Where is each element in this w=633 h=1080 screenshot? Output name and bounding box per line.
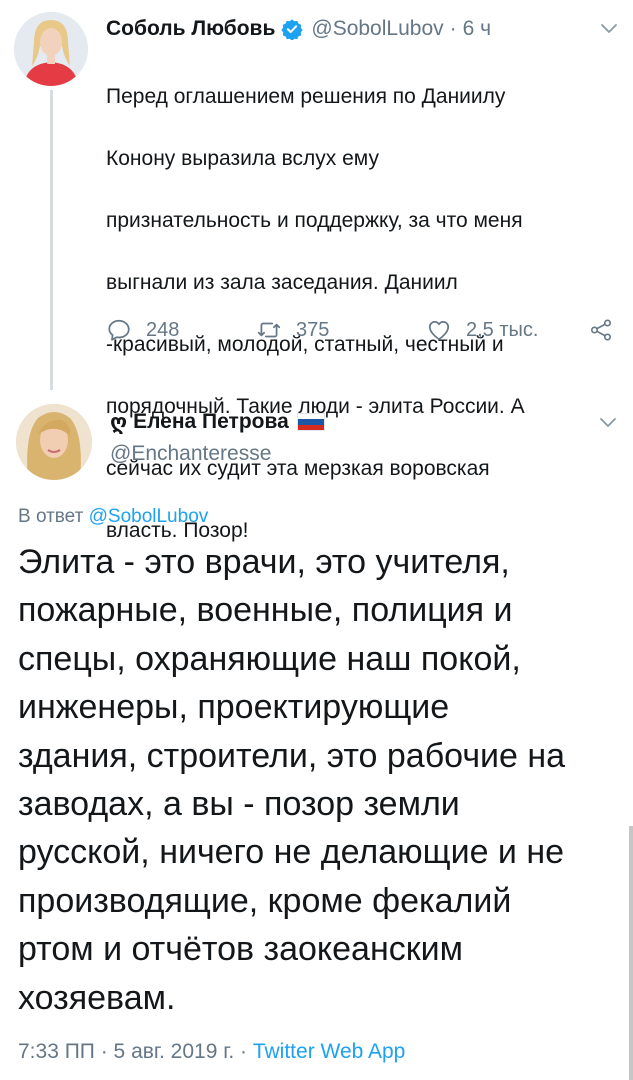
like-count: 2,5 тыс. xyxy=(466,318,539,341)
tweet2-author-name[interactable]: Елена Петрова xyxy=(133,410,289,434)
tweet2-text-line: производящие, кроме фекалий xyxy=(18,881,512,920)
thread-connector-line xyxy=(50,90,53,390)
tweet2-text-line: заводах, а вы - позор земли xyxy=(18,785,460,824)
retweet-button[interactable]: 375 xyxy=(256,314,329,346)
verified-badge-icon xyxy=(281,19,304,40)
tweet1-text-line: Перед оглашением решения по Даниилу xyxy=(106,85,506,108)
tweet2-author-row: ღ Елена Петрова xyxy=(110,406,325,438)
tweet2-text-line: инженеры, проектирующие xyxy=(18,688,450,727)
tweet2-meta: 7:33 ПП · 5 авг. 2019 г. · Twitter Web A… xyxy=(18,1040,405,1064)
tweet2-datetime[interactable]: 7:33 ПП · 5 авг. 2019 г. xyxy=(18,1040,234,1063)
reply-button[interactable]: 248 xyxy=(106,314,179,346)
tweet2-text: Элита - это врачи, это учителя, пожарные… xyxy=(18,538,618,1022)
reply-icon xyxy=(108,319,130,341)
tweet1-dot-separator: · xyxy=(449,17,457,40)
reply-context: В ответ @SobolLubov xyxy=(18,506,208,528)
avatar-sobol[interactable] xyxy=(14,12,88,86)
tweet1-author-name[interactable]: Соболь Любовь xyxy=(106,17,275,41)
avatar-petrova[interactable] xyxy=(16,404,92,480)
name-decoration: ღ xyxy=(110,410,128,434)
chevron-down-icon[interactable] xyxy=(596,410,620,434)
tweet2-source-link[interactable]: Twitter Web App xyxy=(253,1040,406,1063)
tweet1-text-line: выгнали из зала заседания. Даниил xyxy=(106,271,458,294)
like-button[interactable]: 2,5 тыс. xyxy=(426,314,538,346)
avatar-petrova-image xyxy=(16,404,92,480)
russia-flag-icon xyxy=(296,413,325,431)
retweet-icon xyxy=(257,322,281,338)
tweet1-header: Соболь Любовь @SobolLubov · 6 ч xyxy=(106,12,621,46)
tweet2-text-line: русской, ничего не делающие и не xyxy=(18,833,565,872)
retweet-count: 375 xyxy=(296,318,330,341)
reply-prefix: В ответ xyxy=(18,506,84,527)
share-icon xyxy=(590,319,612,341)
tweet1-timestamp[interactable]: 6 ч xyxy=(463,17,491,41)
tweet1-action-bar: 248 375 2,5 тыс. xyxy=(106,314,621,346)
tweet2-text-line: хозяевам. xyxy=(18,978,176,1017)
chevron-down-icon[interactable] xyxy=(597,16,621,40)
tweet2-text-line: пожарные, военные, полиция и xyxy=(18,591,513,630)
tweet2-text-line: спецы, охраняющие наш покой, xyxy=(18,639,521,678)
scrollbar[interactable] xyxy=(629,826,633,1080)
meta-separator: · xyxy=(240,1040,247,1063)
share-button[interactable] xyxy=(588,314,614,346)
tweet1-text-line: признательность и поддержку, за что меня xyxy=(106,209,523,232)
tweet2-text-line: ртом и отчётов заокеанским xyxy=(18,930,463,969)
tweet1-text-line: Конону выразила вслух ему xyxy=(106,147,379,170)
avatar-sobol-image xyxy=(14,12,88,86)
tweet1-author-handle[interactable]: @SobolLubov xyxy=(311,17,443,41)
tweet2-author-handle[interactable]: @Enchanteresse xyxy=(110,442,271,466)
tweet2-text-line: здания, строители, это рабочие на xyxy=(18,736,566,775)
heart-icon xyxy=(428,321,450,341)
tweet2-text-line: Элита - это врачи, это учителя, xyxy=(18,543,510,581)
reply-to-link[interactable]: @SobolLubov xyxy=(89,506,209,527)
reply-count: 248 xyxy=(146,318,180,341)
